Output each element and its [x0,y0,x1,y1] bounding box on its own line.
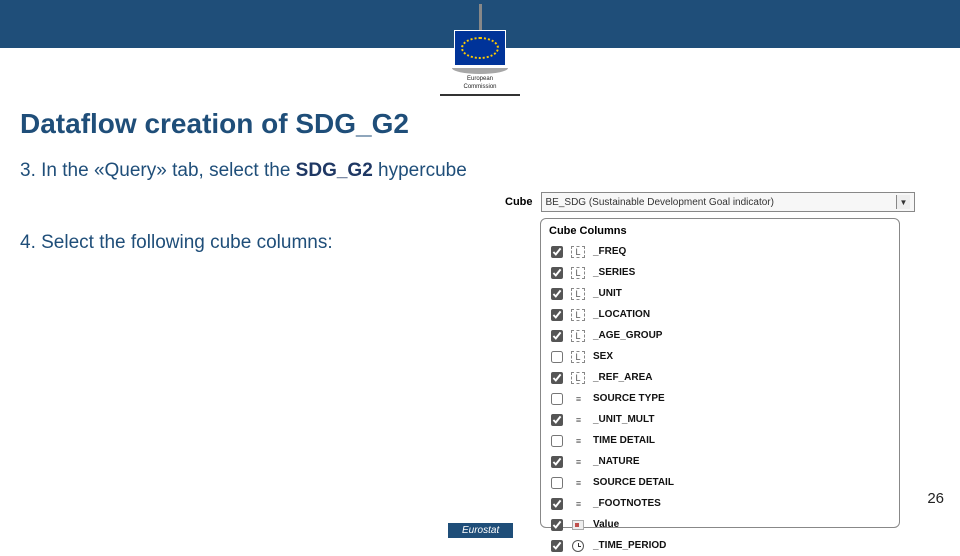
column-row: L _REF_AREA [551,367,889,388]
page-title: Dataflow creation of SDG_G2 [20,108,409,140]
column-list: L _FREQ L _SERIES L _UNIT L _LOCATION L _AGE_GROU… [541,241,899,556]
cube-columns-panel: Cube Columns L _FREQ L _SERIES L _UNIT L _LOCAT… [540,218,900,528]
column-checkbox[interactable] [551,477,563,489]
column-checkbox[interactable] [551,288,563,300]
time-icon [571,540,585,552]
panel-title: Cube Columns [541,219,899,241]
column-row: ≡ _FOOTNOTES [551,493,889,514]
column-row: L _FREQ [551,241,889,262]
column-row: _TIME_PERIOD [551,535,889,556]
cube-dropdown[interactable]: BE_SDG (Sustainable Development Goal ind… [541,192,916,212]
column-name: _UNIT [593,288,622,299]
step-3: 3. In the «Query» tab, select the SDG_G2… [20,160,467,182]
attribute-icon: ≡ [571,435,585,447]
column-checkbox[interactable] [551,351,563,363]
column-name: _FOOTNOTES [593,498,661,509]
column-row: ≡ _UNIT_MULT [551,409,889,430]
dimension-icon: L [571,246,585,258]
column-name: TIME DETAIL [593,435,655,446]
ec-logo: European Commission [430,4,530,96]
column-name: _SERIES [593,267,635,278]
column-checkbox[interactable] [551,372,563,384]
step-3-bold: SDG_G2 [296,160,373,181]
column-checkbox[interactable] [551,393,563,405]
step-3-suffix: hypercube [373,160,467,181]
step-4: 4. Select the following cube columns: [20,232,333,254]
attribute-icon: ≡ [571,393,585,405]
column-row: L SEX [551,346,889,367]
column-name: _REF_AREA [593,372,652,383]
dimension-icon: L [571,351,585,363]
step-3-prefix: 3. In the «Query» tab, select the [20,160,296,181]
dimension-icon: L [571,267,585,279]
column-checkbox[interactable] [551,267,563,279]
column-checkbox[interactable] [551,330,563,342]
chevron-down-icon: ▼ [896,195,910,209]
column-checkbox[interactable] [551,435,563,447]
column-name: SOURCE DETAIL [593,477,674,488]
column-name: Value [593,519,619,530]
column-row: L _SERIES [551,262,889,283]
column-checkbox[interactable] [551,309,563,321]
column-name: SEX [593,351,613,362]
dimension-icon: L [571,372,585,384]
attribute-icon: ≡ [571,456,585,468]
column-checkbox[interactable] [551,498,563,510]
column-row: L _UNIT [551,283,889,304]
footer-eurostat: Eurostat [448,523,513,538]
column-row: ≡ TIME DETAIL [551,430,889,451]
column-name: _TIME_PERIOD [593,540,666,551]
column-row: Value [551,514,889,535]
cube-label: Cube [505,196,533,208]
page-number: 26 [927,490,944,507]
dimension-icon: L [571,330,585,342]
eu-flag-icon [454,30,506,66]
attribute-icon: ≡ [571,498,585,510]
value-icon [571,519,585,531]
column-row: ≡ SOURCE DETAIL [551,472,889,493]
column-checkbox[interactable] [551,456,563,468]
column-checkbox[interactable] [551,540,563,552]
column-row: ≡ SOURCE TYPE [551,388,889,409]
column-name: SOURCE TYPE [593,393,665,404]
column-checkbox[interactable] [551,519,563,531]
column-row: L _AGE_GROUP [551,325,889,346]
column-row: ≡ _NATURE [551,451,889,472]
logo-text-2: Commission [430,84,530,90]
cube-selector-row: Cube BE_SDG (Sustainable Development Goa… [505,192,915,212]
attribute-icon: ≡ [571,477,585,489]
column-name: _AGE_GROUP [593,330,662,341]
column-checkbox[interactable] [551,246,563,258]
column-name: _FREQ [593,246,626,257]
logo-text-1: European [430,76,530,82]
column-checkbox[interactable] [551,414,563,426]
column-name: _UNIT_MULT [593,414,654,425]
column-row: L _LOCATION [551,304,889,325]
dimension-icon: L [571,288,585,300]
cube-dropdown-value: BE_SDG (Sustainable Development Goal ind… [546,197,774,208]
dimension-icon: L [571,309,585,321]
column-name: _NATURE [593,456,639,467]
column-name: _LOCATION [593,309,650,320]
attribute-icon: ≡ [571,414,585,426]
